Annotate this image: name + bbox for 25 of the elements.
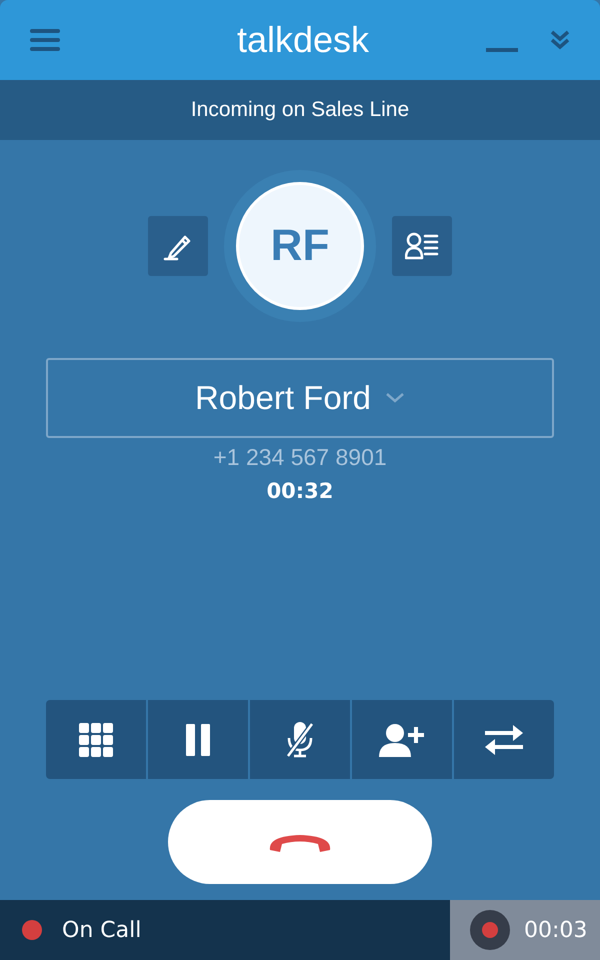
contact-card-icon xyxy=(405,232,439,260)
add-person-icon xyxy=(379,722,425,756)
call-duration: 00:32 xyxy=(266,479,334,503)
transfer-button[interactable] xyxy=(454,700,554,779)
transfer-icon xyxy=(485,724,523,754)
chevron-down-icon xyxy=(385,392,406,404)
hold-button[interactable] xyxy=(148,700,248,779)
status-label: On Call xyxy=(62,918,142,942)
recording-time: 00:03 xyxy=(524,918,588,942)
logo: talkdesk xyxy=(236,19,370,61)
keypad-button[interactable] xyxy=(46,700,146,779)
edit-button[interactable] xyxy=(148,216,208,276)
keypad-icon xyxy=(79,722,113,756)
pause-icon xyxy=(186,724,210,756)
contact-card-button[interactable] xyxy=(392,216,452,276)
collapse-button[interactable] xyxy=(550,30,570,50)
menu-button[interactable] xyxy=(30,29,60,51)
phone-number: +1 234 567 8901 xyxy=(213,444,387,471)
contact-name-dropdown[interactable]: Robert Ford xyxy=(46,358,554,438)
record-button[interactable] xyxy=(470,910,510,950)
call-banner: Incoming on Sales Line xyxy=(0,80,600,140)
mute-icon xyxy=(286,722,314,758)
mute-button[interactable] xyxy=(250,700,350,779)
add-button[interactable] xyxy=(352,700,452,779)
contact-avatar: RF xyxy=(236,182,364,310)
